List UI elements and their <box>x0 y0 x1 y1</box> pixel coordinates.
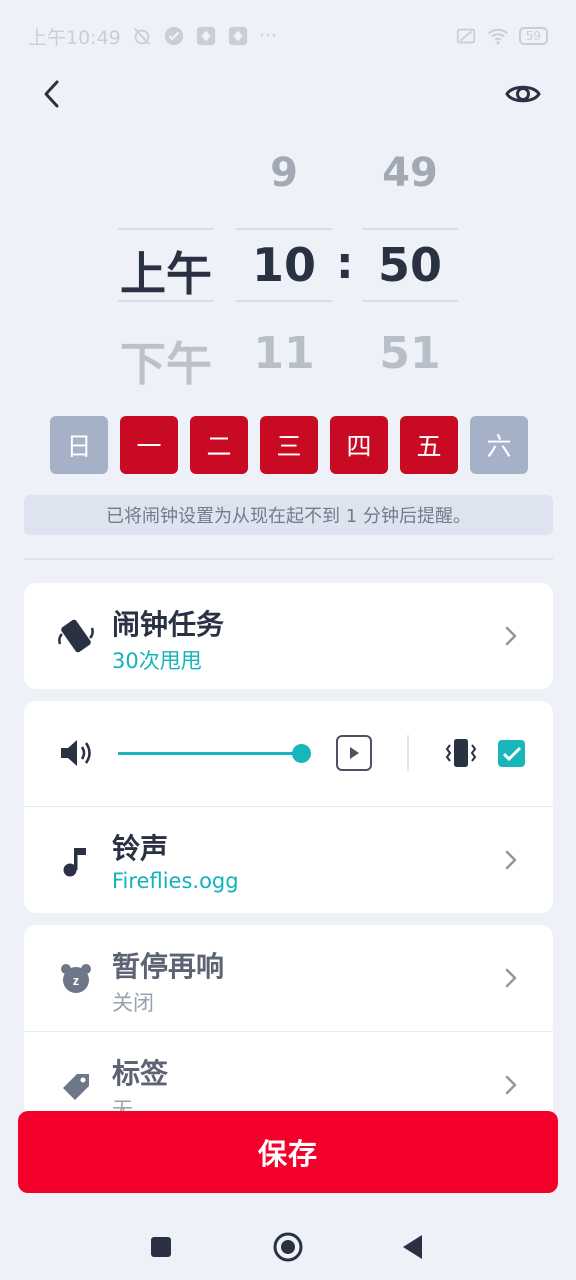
hour-selected: 10 <box>251 238 316 292</box>
eye-icon <box>505 85 541 103</box>
wifi-icon <box>487 25 509 47</box>
back-button[interactable] <box>30 72 74 116</box>
music-note-icon <box>56 841 96 881</box>
app-notification-icon <box>227 25 249 47</box>
phone-shake-icon <box>56 616 96 656</box>
minute-wheel[interactable]: 49 50 51 <box>362 130 458 390</box>
svg-text:z: z <box>73 973 80 988</box>
vertical-divider <box>407 735 409 771</box>
preview-sound-button[interactable] <box>336 735 372 771</box>
app-notification-icon <box>195 25 217 47</box>
minute-selected: 50 <box>377 238 442 292</box>
time-picker: 上午 下午 9 10 11 49 50 51 <box>0 130 576 391</box>
mission-value: 30次甩甩 <box>112 649 202 673</box>
snooze-bear-icon: z <box>56 958 96 998</box>
label-title: 标签 <box>112 1057 169 1090</box>
ringtone-row[interactable]: 铃声 Fireflies.ogg <box>24 807 553 913</box>
sim-icon <box>455 25 477 47</box>
status-bar: 上午10:49 ··· 59 <box>0 0 576 72</box>
day-selector: 日 一 二 三 四 五 六 <box>50 416 528 474</box>
day-sunday[interactable]: 日 <box>50 416 108 474</box>
mission-title: 闹钟任务 <box>112 608 225 641</box>
minute-above: 49 <box>382 150 438 196</box>
day-saturday[interactable]: 六 <box>470 416 528 474</box>
snooze-row[interactable]: z 暂停再响 关闭 <box>24 925 553 1031</box>
snooze-title: 暂停再响 <box>112 950 225 983</box>
label-row[interactable]: 标签 无 <box>24 1032 553 1115</box>
picker-line <box>236 300 332 302</box>
check-circle-icon <box>163 25 185 47</box>
system-back-button[interactable] <box>396 1230 430 1264</box>
ampm-below: 下午 <box>120 337 212 391</box>
ringtone-value: Fireflies.ogg <box>112 869 239 893</box>
snooze-value: 关闭 <box>112 991 154 1015</box>
chevron-right-icon <box>501 1073 521 1097</box>
hour-wheel[interactable]: 9 10 11 <box>236 130 332 390</box>
picker-line <box>118 228 214 230</box>
hour-above: 9 <box>270 150 298 196</box>
vibrate-icon <box>442 735 480 771</box>
day-wednesday[interactable]: 三 <box>260 416 318 474</box>
status-time: 上午10:49 <box>28 26 121 49</box>
triangle-back-icon <box>403 1235 422 1259</box>
sound-card: 铃声 Fireflies.ogg <box>24 701 553 913</box>
extras-card: z 暂停再响 关闭 标签 无 <box>24 925 553 1115</box>
more-notifications: ··· <box>258 25 277 47</box>
mission-card[interactable]: 闹钟任务 30次甩甩 <box>24 583 553 689</box>
speaker-icon <box>56 733 96 773</box>
volume-slider-handle[interactable] <box>292 744 311 763</box>
chevron-right-icon <box>501 966 521 990</box>
vibrate-checkbox[interactable] <box>498 740 525 767</box>
time-separator: : <box>336 238 354 289</box>
recents-button[interactable] <box>144 1230 178 1264</box>
day-thursday[interactable]: 四 <box>330 416 388 474</box>
preview-button[interactable] <box>500 72 546 116</box>
chevron-right-icon <box>501 624 521 648</box>
home-circle-icon <box>273 1232 303 1262</box>
play-icon <box>350 747 359 759</box>
tag-icon <box>56 1065 96 1105</box>
section-divider <box>24 558 553 560</box>
ringtone-title: 铃声 <box>112 832 169 865</box>
save-button[interactable]: 保存 <box>18 1111 558 1193</box>
home-button[interactable] <box>271 1230 305 1264</box>
alarm-off-icon <box>131 25 153 47</box>
system-nav-bar <box>0 1212 576 1280</box>
picker-line <box>362 300 458 302</box>
hour-below: 11 <box>253 328 315 379</box>
checkmark-icon <box>502 746 521 761</box>
picker-line <box>236 228 332 230</box>
day-monday[interactable]: 一 <box>120 416 178 474</box>
battery-indicator: 59 <box>518 27 548 45</box>
chevron-right-icon <box>501 848 521 872</box>
volume-slider-track[interactable] <box>118 752 302 755</box>
day-tuesday[interactable]: 二 <box>190 416 248 474</box>
chevron-left-icon <box>44 80 59 108</box>
square-icon <box>151 1237 171 1257</box>
picker-line <box>118 300 214 302</box>
picker-line <box>362 228 458 230</box>
alarm-info-banner: 已将闹钟设置为从现在起不到 1 分钟后提醒。 <box>24 495 553 535</box>
volume-row <box>24 701 553 807</box>
ampm-selected: 上午 <box>120 247 212 301</box>
minute-below: 51 <box>379 328 441 379</box>
ampm-wheel[interactable]: 上午 下午 <box>118 130 214 391</box>
day-friday[interactable]: 五 <box>400 416 458 474</box>
